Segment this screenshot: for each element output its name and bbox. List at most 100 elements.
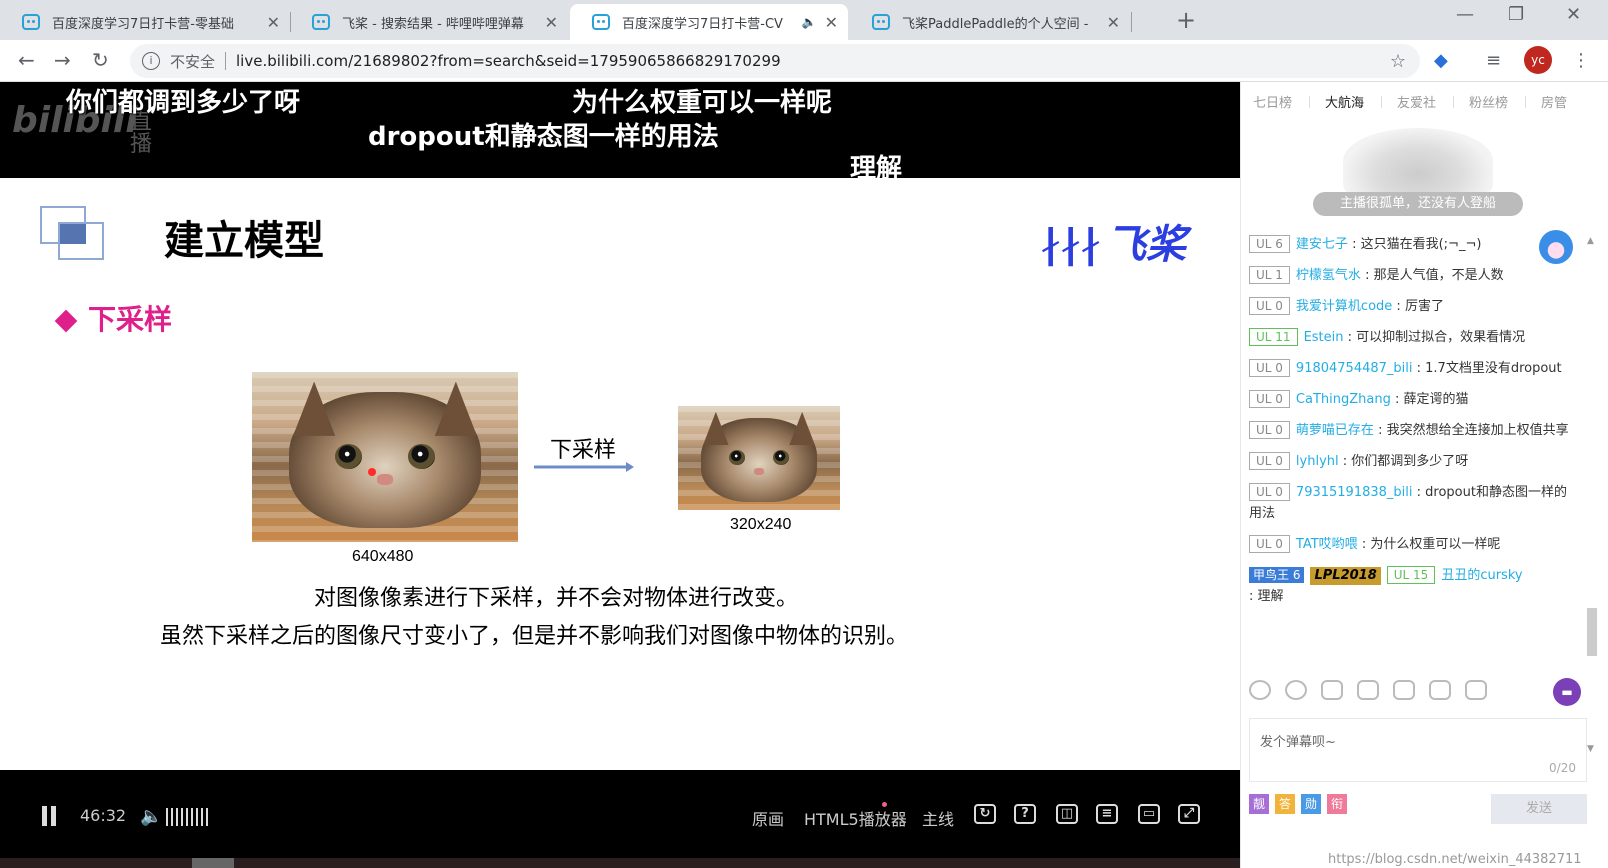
forward-icon[interactable]: → [54,48,71,72]
decor-square [60,224,86,244]
chat-username[interactable]: lyhlyhl [1296,454,1339,469]
tab-fans[interactable]: 粉丝榜 [1469,92,1508,111]
danmaku-settings-icon[interactable]: ≡ [1096,804,1118,824]
emoji-tag[interactable]: 勋 [1301,794,1321,814]
reload-icon[interactable]: ↻ [92,48,109,72]
chat-scrollbar[interactable]: ▲ ▼ [1585,236,1597,754]
bilibili-tab-icon [872,14,890,30]
chat-username[interactable]: 我爱计算机code [1296,299,1392,314]
chat-message: UL 6 建安七子 : 这只猫在看我(;¬_¬) [1249,234,1575,255]
lpl-title-badge: LPL2018 [1310,567,1381,585]
edit-icon[interactable] [1429,680,1451,700]
browser-tab-active[interactable]: 百度深度学习7日打卡营-CV 🔈 ✕ [570,4,848,40]
progress-bar[interactable] [0,858,1240,868]
help-icon[interactable]: ? [1014,804,1036,824]
browser-tab[interactable]: 飞桨 - 搜索结果 - 哔哩哔哩弹幕 ✕ [290,4,568,40]
reading-list-icon[interactable]: ≡ [1486,50,1501,71]
emoji-tag[interactable]: 答 [1275,794,1295,814]
send-button[interactable]: 发送 [1491,794,1587,824]
url-text[interactable]: live.bilibili.com/21689802?from=search&s… [236,52,781,70]
chat-message: UL 0 79315191838_bili : dropout和静态图一样的用法 [1249,483,1567,521]
security-label: 不安全 [170,52,216,71]
chat-text: 理解 [1257,589,1284,604]
close-icon[interactable]: ✕ [825,13,838,32]
chat-message: UL 1 柠檬氢气水 : 那是人气值，不是人数 [1249,265,1575,286]
settings-icon[interactable] [1465,680,1487,700]
user-level-badge: UL 0 [1249,297,1290,315]
tab-guard[interactable]: 大航海 [1325,92,1364,111]
minimize-icon[interactable]: — [1456,4,1474,25]
chat-username[interactable]: 丑丑的cursky [1441,568,1522,583]
scroll-thumb[interactable] [1587,608,1597,656]
close-icon[interactable]: ✕ [267,13,280,32]
chat-username[interactable]: 柠檬氢气水 [1296,268,1361,283]
chat-username[interactable]: 建安七子 [1296,237,1348,252]
restore-icon[interactable]: ❐ [1508,4,1524,25]
slide-title: 建立模型 [164,218,324,264]
player-type-button[interactable]: HTML5播放器 [804,806,907,830]
menu-icon[interactable]: ⋮ [1572,50,1590,71]
quality-button[interactable]: 原画 [752,806,784,830]
copy-icon[interactable] [1357,680,1379,700]
chat-username[interactable]: 91804754487_bili [1296,361,1413,376]
chat-username[interactable]: 79315191838_bili [1296,485,1413,500]
chat-username[interactable]: CaThingZhang [1296,392,1391,407]
speaker-icon[interactable]: 🔈 [802,15,817,29]
fan-medal[interactable]: 甲鸟王 6 [1249,567,1305,583]
emoji-tag[interactable]: 衔 [1327,794,1347,814]
danmaku-comment: 你们都调到多少了呀 [66,88,301,118]
profile-avatar[interactable]: yc [1524,46,1552,74]
bilibili-tab-icon [312,14,330,30]
danmaku-mode-icon[interactable]: ▬ [1553,678,1581,706]
palette-icon[interactable] [1285,680,1307,700]
emoji-tag[interactable]: 靓 [1249,794,1269,814]
bookmark-star-icon[interactable]: ☆ [1390,51,1406,72]
subheading-text: 下采样 [88,303,173,336]
screen-icon[interactable] [1393,680,1415,700]
close-icon[interactable]: ✕ [1107,13,1120,32]
notification-dot [882,802,887,807]
browser-tab[interactable]: 飞桨PaddlePaddle的个人空间 - ✕ [850,4,1130,40]
chat-message: UL 0 91804754487_bili : 1.7文档里没有dropout [1249,358,1575,379]
browser-tab[interactable]: 百度深度学习7日打卡营-零基础 ✕ [0,4,290,40]
empty-guard-text: 主播很孤单，还没有人登船 [1313,192,1523,216]
chat-text: 你们都调到多少了呀 [1351,454,1469,469]
chat-text: 我突然想给全连接加上权值共享 [1386,423,1569,438]
chat-username[interactable]: TAT哎哟喂 [1296,537,1358,552]
progress-knob[interactable] [192,858,234,868]
gift-effect-icon[interactable] [1321,680,1343,700]
rank-tabs: 七日榜 大航海 友爱社 粉丝榜 房管 [1241,82,1608,122]
user-level-badge: UL 1 [1249,266,1290,284]
paddle-logo-text: 飞桨 [1106,222,1186,268]
chat-username[interactable]: Estein [1304,330,1344,345]
chat-text: 可以抑制过拟合，效果看情况 [1356,330,1526,345]
chat-username[interactable]: 萌萝喵已存在 [1296,423,1374,438]
back-icon[interactable]: ← [18,48,35,72]
refresh-icon[interactable]: ↻ [974,804,996,824]
tab-title: 飞桨PaddlePaddle的个人空间 - [902,16,1089,32]
danmaku-toggle-icon[interactable]: ◫ [1056,804,1078,824]
info-icon[interactable]: i [142,52,160,70]
emoji-icon[interactable] [1249,680,1271,700]
close-icon[interactable]: ✕ [545,13,558,32]
chat-message: 甲鸟王 6 LPL2018 UL 15 丑丑的cursky: 理解 [1249,566,1523,604]
volume-icon[interactable]: 🔈 [140,806,162,827]
tv-icon[interactable]: ▭ [1138,804,1160,824]
laser-pointer [368,468,376,476]
new-tab-button[interactable]: + [1176,6,1196,34]
user-level-badge: UL 0 [1249,535,1290,553]
close-window-icon[interactable]: ✕ [1566,4,1581,25]
chat-message: UL 0 CaThingZhang : 薛定谔的猫 [1249,389,1575,410]
fullscreen-icon[interactable]: ⤢ [1178,804,1200,824]
danmaku-input[interactable]: 发个弹幕呗~ 0/20 [1249,718,1587,782]
tab-fan-club[interactable]: 友爱社 [1397,92,1436,111]
tab-admins[interactable]: 房管 [1541,92,1567,111]
address-bar[interactable]: i 不安全 live.bilibili.com/21689802?from=se… [130,44,1420,78]
line-button[interactable]: 主线 [922,806,954,830]
extension-icon[interactable]: ◆ [1434,50,1448,71]
tab-seven-day[interactable]: 七日榜 [1253,92,1292,111]
user-level-badge: UL 0 [1249,421,1290,439]
volume-slider[interactable] [166,808,210,826]
pause-button[interactable] [42,806,56,826]
video-player[interactable]: bilibili 直播 你们都调到多少了呀 为什么权重可以一样呢 dropout… [0,82,1240,868]
